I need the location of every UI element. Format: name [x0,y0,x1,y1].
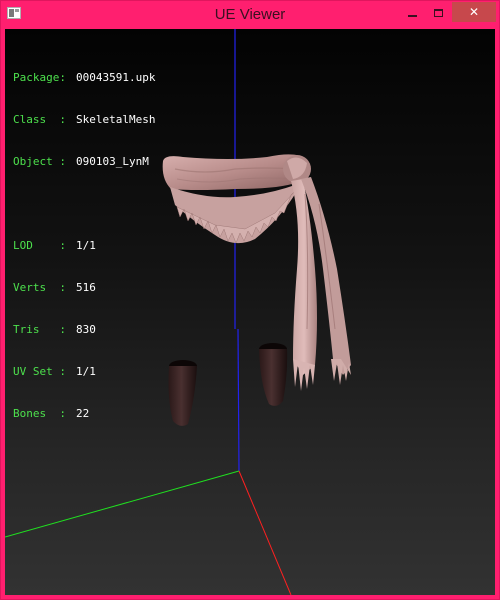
scarf-mesh [162,154,351,391]
info-row-tris: Tris :830 [13,323,96,336]
info-row-uvset: UV Set :1/1 [13,365,96,378]
info-row-verts: Verts :516 [13,281,96,294]
right-cuff-mesh [259,343,288,406]
close-icon: ✕ [468,5,480,19]
info-row-bones: Bones :22 [13,407,90,420]
info-row-class: Class : SkeletalMesh [13,113,156,126]
info-row-package: Package: 00043591.upk [13,71,156,84]
title-bar[interactable]: UE Viewer ✕ [1,1,499,28]
close-button[interactable]: ✕ [452,2,496,22]
left-cuff-mesh [168,360,197,426]
info-row-object: Object :090103_LynM [13,155,149,168]
minimize-icon [407,14,417,17]
y-axis-line [5,470,240,538]
app-icon[interactable] [7,7,21,19]
z-axis-line-lower [237,328,240,472]
app-window: UE Viewer ✕ Package: 00043591.upk Class … [0,0,500,600]
maximize-button[interactable] [425,2,451,22]
mesh-info-panel: Package: 00043591.upk Class : SkeletalMesh… [13,43,155,449]
x-axis-line [238,470,292,595]
info-row-lod: LOD :1/1 [13,239,96,252]
maximize-icon [433,8,443,17]
minimize-button[interactable] [399,2,425,22]
3d-viewport[interactable]: Package: 00043591.upk Class : SkeletalMesh… [5,29,495,595]
